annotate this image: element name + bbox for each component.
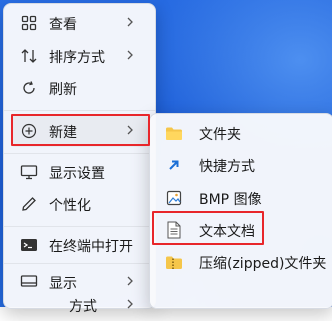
text-document-icon [165,221,183,239]
pen-icon [20,195,38,213]
monitor-icon [20,163,38,181]
menu-item-open-terminal[interactable]: 在终端中打开 [11,229,148,261]
submenu-item-folder[interactable]: 文件夹 [157,117,326,149]
chevron-right-icon [127,276,133,286]
image-icon [165,189,183,207]
menu-item-label: 新建 [49,125,77,141]
menu-item-view[interactable]: 查看 [11,7,148,39]
new-submenu: 文件夹 快捷方式 BMP 图像 文本文档 压缩(zipped)文件夹 [149,113,332,309]
chevron-right-icon [127,125,133,135]
menu-item-label: 方式 [69,299,97,315]
menu-item-label: 个性化 [49,198,91,214]
menu-item-display-settings[interactable]: 显示设置 [11,156,148,188]
grid-icon [20,14,38,32]
zip-folder-icon [165,253,183,271]
separator [4,153,155,154]
submenu-item-label: 文件夹 [199,127,241,143]
chevron-right-icon [127,17,133,27]
terminal-icon [20,236,38,254]
submenu-item-text-document[interactable]: 文本文档 [157,214,326,246]
refresh-icon [20,79,38,97]
submenu-item-label: BMP 图像 [199,192,262,208]
submenu-item-zip-folder[interactable]: 压缩(zipped)文件夹 [157,246,326,278]
menu-item-sort[interactable]: 排序方式 [11,40,148,72]
chevron-right-icon [127,299,133,309]
separator [4,110,155,111]
context-menu: 查看 排序方式 刷新 新建 显示设置 个性化 在终端中打开 显示 方式 [3,3,156,315]
submenu-item-bmp-image[interactable]: BMP 图像 [157,182,326,214]
separator [4,226,155,227]
chevron-right-icon [127,50,133,60]
sort-icon [20,47,38,65]
submenu-item-label: 文本文档 [199,224,255,240]
menu-item-label: 查看 [49,17,77,33]
menu-item-partial[interactable]: 方式 [11,289,148,321]
folder-icon [165,124,183,142]
menu-item-label: 排序方式 [49,50,105,66]
menu-item-new[interactable]: 新建 [11,115,148,147]
separator [4,263,155,264]
shortcut-icon [165,156,183,174]
menu-item-label: 在终端中打开 [49,239,133,255]
submenu-item-shortcut[interactable]: 快捷方式 [157,149,326,181]
menu-item-refresh[interactable]: 刷新 [11,72,148,104]
menu-item-personalize[interactable]: 个性化 [11,188,148,220]
submenu-item-label: 快捷方式 [199,159,255,175]
menu-item-label: 刷新 [49,82,77,98]
menu-item-label: 显示设置 [49,166,105,182]
submenu-item-label: 压缩(zipped)文件夹 [199,256,327,272]
plus-circle-icon [20,122,38,140]
